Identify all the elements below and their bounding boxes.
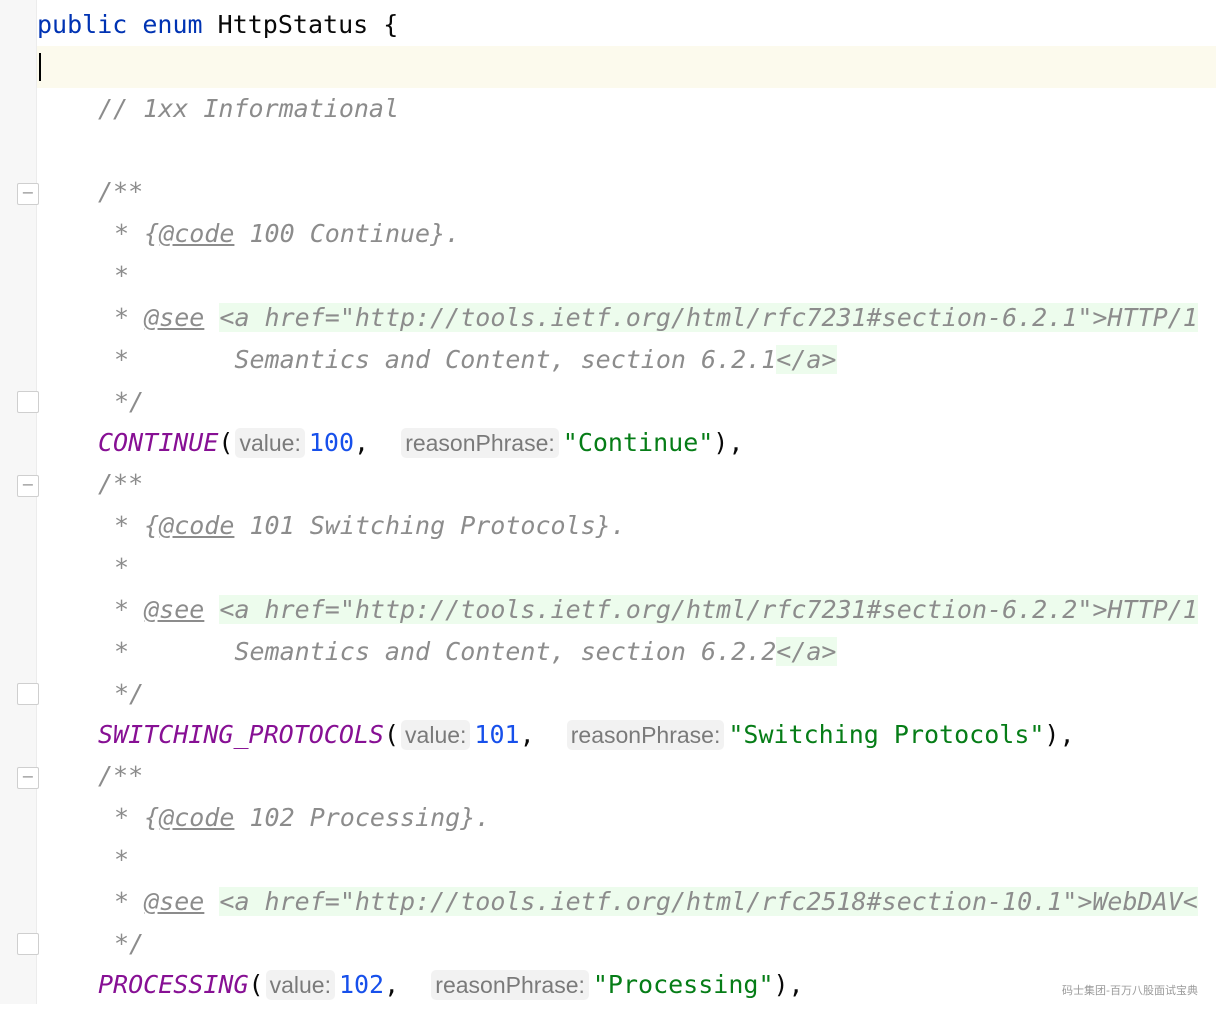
javadoc-open: /** xyxy=(98,761,144,790)
fold-end-icon[interactable] xyxy=(17,391,39,413)
code-tag: @code xyxy=(159,803,235,832)
open-brace: { xyxy=(383,10,399,39)
modifier-keyword: public xyxy=(37,10,128,39)
enum-constant-line: SWITCHING_PROTOCOLS(value: 101, reasonPhr… xyxy=(98,720,1075,750)
code-tag: @code xyxy=(159,511,235,540)
javadoc-line: * {@code 101 Switching Protocols}. xyxy=(114,511,626,540)
javadoc-see-line: * @see <a href="http://tools.ietf.org/ht… xyxy=(114,303,1198,332)
enum-constant[interactable]: CONTINUE xyxy=(98,428,218,457)
reason-phrase: "Processing" xyxy=(592,970,774,999)
enum-constant[interactable]: SWITCHING_PROTOCOLS xyxy=(98,720,384,749)
javadoc-open: /** xyxy=(98,177,144,206)
javadoc-line: * Semantics and Content, section 6.2.2</… xyxy=(114,637,837,666)
javadoc-line: * {@code 100 Continue}. xyxy=(114,219,461,248)
javadoc-line: * xyxy=(114,845,130,874)
code-line: // 1xx Informational xyxy=(37,88,1216,130)
section-comment: // 1xx Informational xyxy=(98,94,400,123)
reason-phrase: "Switching Protocols" xyxy=(728,720,1045,749)
see-link[interactable]: <a href="http://tools.ietf.org/html/rfc7… xyxy=(219,303,1198,332)
javadoc-line: * xyxy=(114,261,130,290)
fold-end-icon[interactable] xyxy=(17,683,39,705)
code-editor[interactable]: public enum HttpStatus { // 1xx Informat… xyxy=(37,0,1216,1004)
editor-gutter: − − − xyxy=(0,0,39,1004)
fold-collapse-icon[interactable]: − xyxy=(17,475,39,497)
javadoc-line: * xyxy=(114,553,130,582)
see-tag: @see xyxy=(144,303,205,332)
status-value: 100 xyxy=(308,428,355,457)
bottom-edge xyxy=(0,1004,1216,1010)
status-value: 101 xyxy=(474,720,520,749)
code-line: public enum HttpStatus { xyxy=(37,4,1216,46)
param-hint: value: xyxy=(265,970,335,1000)
javadoc-line: * Semantics and Content, section 6.2.1</… xyxy=(114,345,837,374)
param-hint: value: xyxy=(235,428,305,458)
see-tag: @see xyxy=(144,887,205,916)
enum-constant-line: PROCESSING(value: 102, reasonPhrase: "Proc… xyxy=(98,970,804,1000)
javadoc-see-line: * @see <a href="http://tools.ietf.org/ht… xyxy=(114,887,1198,916)
param-hint: value: xyxy=(401,720,471,750)
enum-name: HttpStatus xyxy=(217,10,369,39)
javadoc-close: */ xyxy=(114,387,145,416)
param-hint: reasonPhrase: xyxy=(401,428,559,458)
enum-constant-line: CONTINUE(value: 100, reasonPhrase: "Contin… xyxy=(98,428,744,458)
fold-collapse-icon[interactable]: − xyxy=(17,767,39,789)
javadoc-close: */ xyxy=(114,679,145,708)
enum-keyword: enum xyxy=(142,10,203,39)
reason-phrase: "Continue" xyxy=(562,428,714,457)
param-hint: reasonPhrase: xyxy=(431,970,589,1000)
javadoc-close: */ xyxy=(114,929,145,958)
fold-end-icon[interactable] xyxy=(17,933,39,955)
watermark: 码士集团-百万八股面试宝典 xyxy=(1062,984,1198,997)
code-tag: @code xyxy=(159,219,235,248)
javadoc-open: /** xyxy=(98,469,144,498)
see-link[interactable]: <a href="http://tools.ietf.org/html/rfc7… xyxy=(219,595,1198,624)
text-caret xyxy=(39,53,41,81)
fold-collapse-icon[interactable]: − xyxy=(17,183,39,205)
javadoc-line: * {@code 102 Processing}. xyxy=(114,803,491,832)
see-tag: @see xyxy=(144,595,205,624)
enum-constant[interactable]: PROCESSING xyxy=(98,970,249,999)
see-link[interactable]: <a href="http://tools.ietf.org/html/rfc2… xyxy=(219,887,1198,916)
param-hint: reasonPhrase: xyxy=(566,720,725,750)
current-line[interactable] xyxy=(37,46,1216,88)
status-value: 102 xyxy=(338,970,385,999)
javadoc-see-line: * @see <a href="http://tools.ietf.org/ht… xyxy=(114,595,1198,624)
